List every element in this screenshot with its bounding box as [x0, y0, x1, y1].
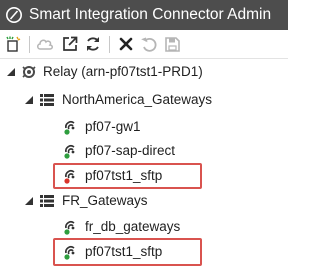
- tree-node-label: Relay (arn-pf07tst1-PRD1): [43, 64, 203, 79]
- undo-button[interactable]: [140, 35, 158, 53]
- close-x-icon: [119, 37, 133, 51]
- expanded-triangle-icon[interactable]: [24, 196, 34, 206]
- gateway-online-icon: [64, 246, 75, 260]
- new-sparkle-icon: [6, 36, 21, 52]
- open-external-icon: [63, 36, 78, 51]
- refresh-button[interactable]: [84, 35, 102, 53]
- new-item-button[interactable]: [4, 35, 22, 53]
- window-title: Smart Integration Connector Admin: [29, 6, 272, 23]
- server-list-icon: [40, 94, 54, 106]
- relay-icon: [22, 66, 36, 78]
- save-icon: [164, 36, 180, 52]
- tree-node-gateway[interactable]: pf07tst1_sftp: [0, 164, 288, 188]
- tree-node-gateway[interactable]: fr_db_gateways: [0, 215, 288, 239]
- tree-node-label: FR_Gateways: [62, 193, 148, 208]
- server-list-icon: [40, 195, 54, 207]
- gateway-online-icon: [64, 121, 75, 135]
- circle-slash-logo-icon: [6, 7, 22, 23]
- expanded-triangle-icon[interactable]: [6, 67, 16, 77]
- tree-node-label: pf07-sap-direct: [85, 143, 176, 158]
- gateway-online-icon: [64, 221, 75, 235]
- tree-node-label: pf07-gw1: [85, 119, 141, 134]
- gateway-online-icon: [64, 145, 75, 159]
- tree-node-label: NorthAmerica_Gateways: [62, 92, 213, 107]
- tree-node-gateway[interactable]: pf07-gw1: [0, 115, 288, 139]
- gateway-offline-icon: [64, 170, 75, 184]
- tree-node-label: pf07tst1_sftp: [85, 244, 163, 259]
- tree-node-label: pf07tst1_sftp: [85, 168, 163, 183]
- open-external-button[interactable]: [61, 35, 79, 53]
- toolbar: [0, 30, 288, 59]
- refresh-icon: [87, 37, 99, 51]
- expanded-triangle-icon[interactable]: [24, 95, 34, 105]
- title-bar: Smart Integration Connector Admin: [0, 0, 288, 30]
- cloud-icon: [37, 39, 53, 50]
- tree-node-group-fr[interactable]: FR_Gateways: [0, 189, 288, 213]
- tree-node-label: fr_db_gateways: [85, 219, 181, 234]
- tree-node-gateway[interactable]: pf07tst1_sftp: [0, 240, 288, 264]
- delete-button[interactable]: [117, 35, 135, 53]
- cloud-button[interactable]: [36, 35, 54, 53]
- save-button[interactable]: [163, 35, 181, 53]
- toolbar-separator: [29, 36, 30, 53]
- undo-icon: [141, 37, 157, 52]
- tree-node-gateway[interactable]: pf07-sap-direct: [0, 139, 288, 163]
- toolbar-separator: [109, 36, 110, 53]
- tree-node-relay[interactable]: Relay (arn-pf07tst1-PRD1): [0, 60, 288, 84]
- connector-tree: Relay (arn-pf07tst1-PRD1) NorthAmerica_G…: [0, 59, 288, 269]
- tree-node-group-northamerica[interactable]: NorthAmerica_Gateways: [0, 88, 288, 112]
